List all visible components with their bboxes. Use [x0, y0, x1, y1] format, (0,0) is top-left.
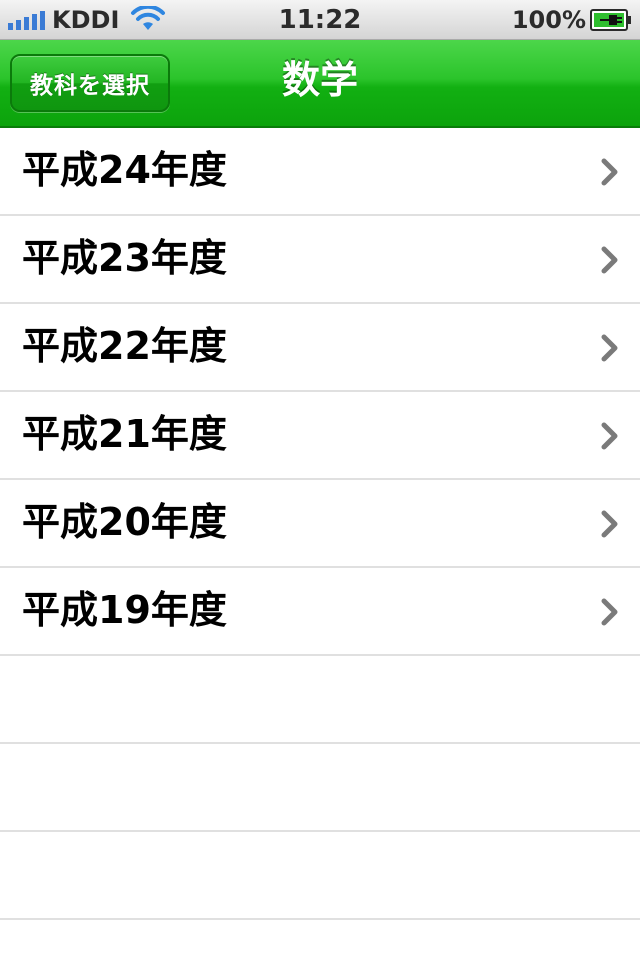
- navigation-bar: 教科を選択 数学: [0, 40, 640, 128]
- empty-row: [0, 656, 640, 744]
- empty-row: [0, 744, 640, 832]
- chevron-right-icon: [601, 246, 618, 274]
- list-item-label: 平成21年度: [22, 412, 227, 456]
- chevron-right-icon: [601, 334, 618, 362]
- list-item-label: 平成23年度: [22, 236, 227, 280]
- empty-row: [0, 832, 640, 920]
- list-item-h20[interactable]: 平成20年度: [0, 480, 640, 568]
- chevron-right-icon: [601, 598, 618, 626]
- status-bar: KDDI 11:22 100%: [0, 0, 640, 40]
- battery-charging-icon: [590, 9, 631, 31]
- list-item-h22[interactable]: 平成22年度: [0, 304, 640, 392]
- chevron-right-icon: [601, 510, 618, 538]
- list-item-label: 平成20年度: [22, 500, 227, 544]
- select-subject-button[interactable]: 教科を選択: [10, 54, 170, 112]
- list-item-h19[interactable]: 平成19年度: [0, 568, 640, 656]
- year-list: 平成24年度 平成23年度 平成22年度 平成21年度 平成20年度 平成19年…: [0, 128, 640, 960]
- list-item-label: 平成22年度: [22, 324, 227, 368]
- list-item-h21[interactable]: 平成21年度: [0, 392, 640, 480]
- list-item-h23[interactable]: 平成23年度: [0, 216, 640, 304]
- list-item-h24[interactable]: 平成24年度: [0, 128, 640, 216]
- chevron-right-icon: [601, 158, 618, 186]
- list-item-label: 平成19年度: [22, 588, 227, 632]
- list-item-label: 平成24年度: [22, 148, 227, 192]
- chevron-right-icon: [601, 422, 618, 450]
- battery-percentage: 100%: [511, 6, 586, 34]
